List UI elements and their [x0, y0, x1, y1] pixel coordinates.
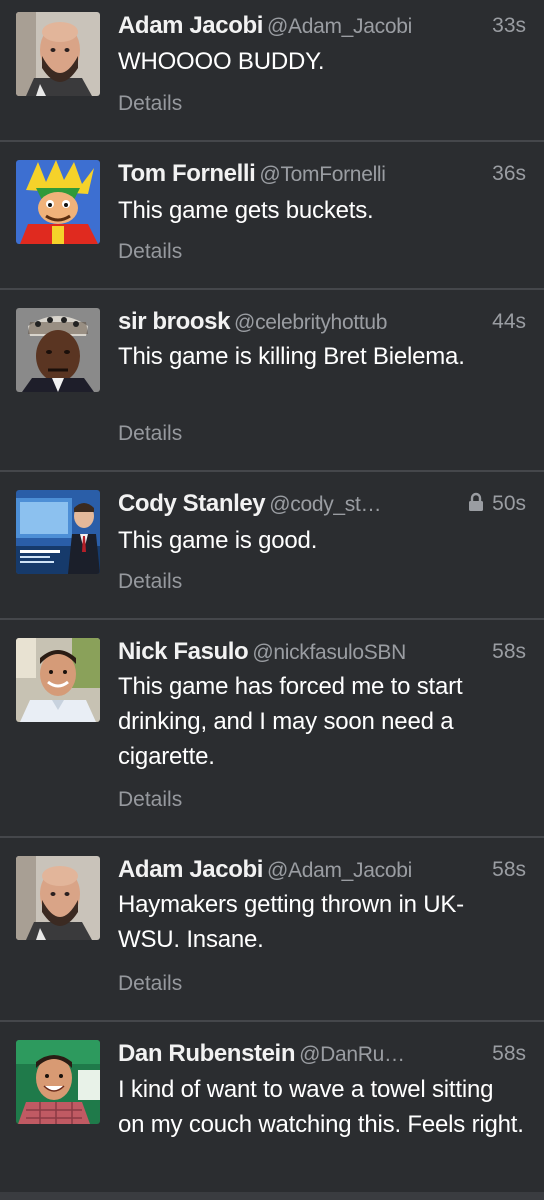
tweet-header: Dan Rubenstein @DanRu… 58s: [118, 1038, 526, 1070]
tweet-header: Adam Jacobi @Adam_Jacobi 58s: [118, 854, 526, 886]
tweet-header: Adam Jacobi @Adam_Jacobi 33s: [118, 10, 526, 42]
timeline-bottom-divider: [0, 1192, 544, 1200]
lock-icon: [469, 492, 484, 511]
user-name[interactable]: sir broosk: [118, 308, 230, 335]
tweet-timeline: Adam Jacobi @Adam_Jacobi 33s WHOOOO BUDDY…: [0, 0, 544, 1200]
bald-bearded-man-avatar: [16, 856, 100, 940]
tweet-item[interactable]: Nick Fasulo @nickfasuloSBN 58s This game …: [0, 620, 544, 838]
timestamp[interactable]: 33s: [486, 10, 526, 42]
tweet-text: This game has forced me to start drinkin…: [118, 673, 463, 770]
tweet-text: I kind of want to wave a towel sitting o…: [118, 1076, 524, 1138]
avatar[interactable]: [16, 308, 100, 392]
tweet-text: WHOOOO BUDDY.: [118, 48, 325, 75]
timestamp[interactable]: 58s: [486, 854, 526, 886]
timestamp[interactable]: 58s: [486, 1038, 526, 1070]
user-name[interactable]: Adam Jacobi: [118, 12, 263, 39]
tweet-header: Tom Fornelli @TomFornelli 36s: [118, 158, 526, 190]
avatar[interactable]: [16, 856, 100, 940]
bald-bearded-man-avatar: [16, 12, 100, 96]
tweet-text: Haymakers getting thrown in UK-WSU. Insa…: [118, 891, 464, 953]
tweet-header: Cody Stanley @cody_st… 50s: [118, 488, 526, 520]
details-link[interactable]: Details: [118, 570, 182, 594]
avatar[interactable]: [16, 160, 100, 244]
avatar[interactable]: [16, 12, 100, 96]
tweet-text: This game is killing Bret Bielema.: [118, 343, 465, 370]
tweet-header: Nick Fasulo @nickfasuloSBN 58s: [118, 636, 526, 668]
tweet-item[interactable]: Adam Jacobi @Adam_Jacobi 58s Haymakers ge…: [0, 838, 544, 1022]
tweet-text: This game gets buckets.: [118, 197, 374, 224]
avatar[interactable]: [16, 1040, 100, 1124]
cartoon-character-avatar: [16, 160, 100, 244]
timestamp-text: 50s: [492, 492, 526, 515]
details-link[interactable]: Details: [118, 92, 182, 116]
tweet-item[interactable]: sir broosk @celebrityhottub 44s This game…: [0, 290, 544, 472]
tweet-item[interactable]: Cody Stanley @cody_st… 50s This game is g…: [0, 472, 544, 620]
user-name[interactable]: Nick Fasulo: [118, 638, 249, 665]
tweet-header: sir broosk @celebrityhottub 44s: [118, 306, 526, 338]
timestamp[interactable]: 50s: [462, 488, 526, 520]
smiling-man-green-bg-avatar: [16, 1040, 100, 1124]
timestamp[interactable]: 36s: [486, 158, 526, 190]
details-link[interactable]: Details: [118, 422, 182, 446]
user-handle[interactable]: @cody_st…: [269, 493, 381, 516]
tv-anchor-avatar: [16, 490, 100, 574]
user-handle[interactable]: @DanRu…: [299, 1043, 405, 1066]
tweet-item[interactable]: Dan Rubenstein @DanRu… 58s I kind of want…: [0, 1022, 544, 1192]
timestamp[interactable]: 58s: [486, 636, 526, 668]
tweet-item[interactable]: Tom Fornelli @TomFornelli 36s This game g…: [0, 142, 544, 290]
man-with-hat-avatar: [16, 308, 100, 392]
tweet-text: This game is good.: [118, 527, 318, 554]
user-handle[interactable]: @nickfasuloSBN: [252, 641, 406, 664]
details-link[interactable]: Details: [118, 788, 182, 812]
user-handle[interactable]: @TomFornelli: [259, 163, 386, 186]
avatar[interactable]: [16, 638, 100, 722]
tweet-item[interactable]: Adam Jacobi @Adam_Jacobi 33s WHOOOO BUDDY…: [0, 0, 544, 142]
details-link[interactable]: Details: [118, 240, 182, 264]
user-name[interactable]: Adam Jacobi: [118, 856, 263, 883]
user-handle[interactable]: @Adam_Jacobi: [267, 15, 412, 38]
smiling-man-avatar: [16, 638, 100, 722]
user-handle[interactable]: @celebrityhottub: [234, 311, 387, 334]
avatar[interactable]: [16, 490, 100, 574]
user-name[interactable]: Dan Rubenstein: [118, 1040, 295, 1067]
user-handle[interactable]: @Adam_Jacobi: [267, 859, 412, 882]
user-name[interactable]: Tom Fornelli: [118, 160, 256, 187]
user-name[interactable]: Cody Stanley: [118, 490, 266, 517]
timestamp[interactable]: 44s: [486, 306, 526, 338]
details-link[interactable]: Details: [118, 972, 182, 996]
